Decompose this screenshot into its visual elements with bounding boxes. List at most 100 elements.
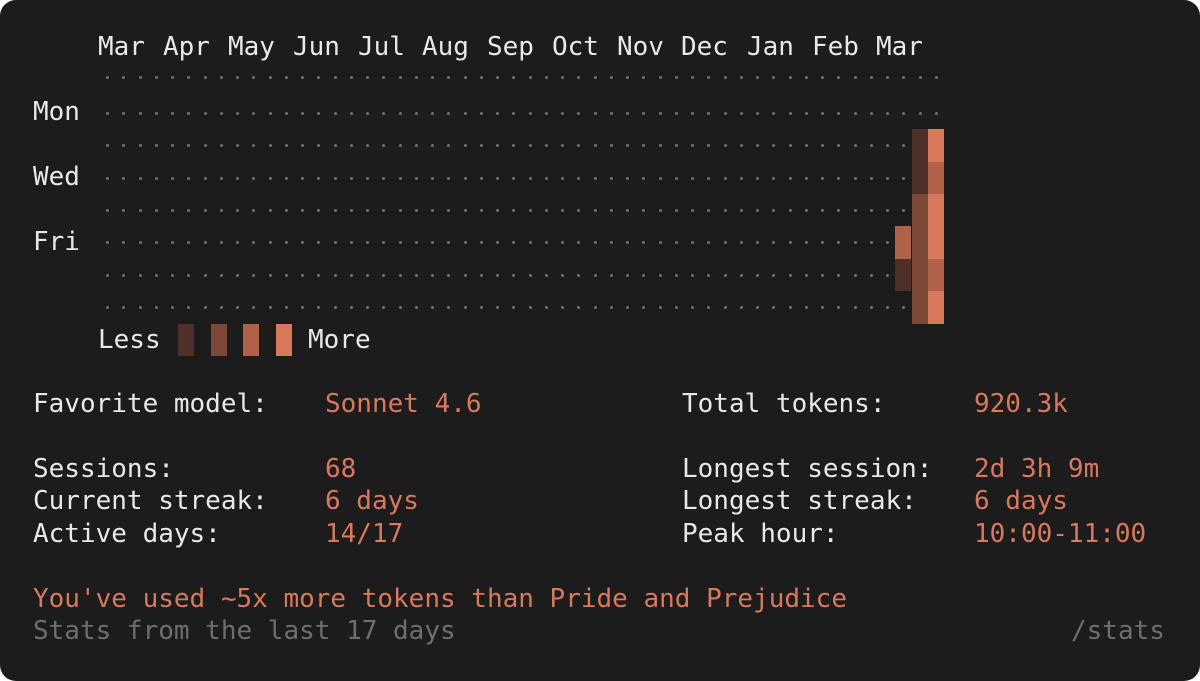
grid-dot — [691, 305, 694, 309]
grid-dot — [463, 241, 467, 245]
grid-dot — [479, 76, 483, 79]
grid-dot — [317, 112, 321, 115]
grid-dot — [349, 76, 353, 79]
stats-panel: Mar Apr May Jun Jul Aug Sep Oct Nov Dec Jan Feb Mar … — [0, 0, 1200, 681]
grid-dot — [268, 144, 272, 148]
grid-dot — [496, 112, 499, 115]
grid-dot — [609, 144, 613, 148]
grid-dot — [447, 144, 451, 148]
grid-dot — [252, 76, 256, 79]
grid-dot — [398, 305, 402, 309]
grid-dot — [561, 76, 564, 79]
grid-dot — [414, 208, 418, 212]
legend-less-label: Less — [98, 325, 161, 355]
grid-dot — [821, 241, 824, 245]
grid-dot — [284, 241, 288, 245]
grid-dot — [788, 144, 792, 148]
grid-dot — [333, 144, 337, 148]
day-label: Wed — [33, 162, 80, 192]
grid-dot — [528, 273, 532, 277]
grid-dot — [593, 144, 597, 148]
grid-dot — [349, 305, 353, 309]
month-label: Oct — [552, 32, 599, 62]
grid-dot — [837, 241, 841, 245]
legend-more-label: More — [308, 325, 371, 355]
grid-dot — [544, 76, 548, 79]
grid-dot — [382, 305, 386, 309]
month-label: May — [228, 32, 275, 62]
activity-cell — [927, 226, 944, 259]
grid-dot — [593, 112, 597, 115]
grid-dot — [869, 76, 873, 79]
grid-dot — [496, 305, 499, 309]
grid-dot — [203, 144, 207, 148]
activity-cell — [895, 226, 912, 259]
grid-dot — [853, 176, 857, 180]
grid-dot — [772, 112, 776, 115]
peak-hour-label: Peak hour: — [682, 519, 839, 549]
grid-dot — [626, 144, 629, 148]
grid-dot — [268, 176, 272, 180]
grid-dot — [528, 112, 532, 115]
grid-dot — [902, 176, 906, 180]
longest-session-label: Longest session: — [682, 454, 933, 484]
grid-dot — [138, 144, 142, 148]
grid-dot — [366, 208, 369, 212]
grid-dot — [902, 144, 906, 148]
active-days-value: 14/17 — [325, 519, 404, 549]
grid-dot — [171, 144, 174, 148]
grid-dot — [431, 144, 434, 148]
grid-dot — [577, 273, 581, 277]
grid-dot — [837, 273, 841, 277]
grid-dot — [707, 112, 711, 115]
grid-dot — [414, 176, 418, 180]
grid-dot — [658, 76, 662, 79]
grid-dot — [609, 208, 613, 212]
grid-dot — [918, 112, 922, 115]
grid-dot — [837, 76, 841, 79]
grid-dot — [349, 176, 353, 180]
grid-dot — [284, 176, 288, 180]
grid-dot — [284, 76, 288, 79]
grid-dot — [333, 76, 337, 79]
activity-cell — [911, 290, 928, 324]
longest-streak-value: 6 days — [974, 486, 1068, 516]
grid-dot — [252, 208, 256, 212]
grid-dot — [236, 208, 239, 212]
grid-dot — [479, 112, 483, 115]
grid-dot — [236, 176, 239, 180]
grid-dot — [398, 241, 402, 245]
grid-dot — [821, 305, 824, 309]
grid-dot — [479, 273, 483, 277]
grid-dot — [739, 208, 743, 212]
grid-dot — [788, 76, 792, 79]
grid-dot — [886, 273, 889, 277]
grid-dot — [756, 241, 759, 245]
grid-dot — [821, 176, 824, 180]
grid-dot — [561, 273, 564, 277]
grid-dot — [414, 76, 418, 79]
grid-dot — [772, 176, 776, 180]
grid-dot — [268, 241, 272, 245]
grid-dot — [463, 144, 467, 148]
sessions-label: Sessions: — [33, 454, 174, 484]
grid-dot — [187, 273, 191, 277]
grid-dot — [593, 241, 597, 245]
grid-dot — [626, 112, 629, 115]
grid-dot — [333, 273, 337, 277]
grid-dot — [674, 241, 678, 245]
grid-dot — [528, 76, 532, 79]
grid-dot — [853, 241, 857, 245]
grid-dot — [544, 273, 548, 277]
grid-dot — [203, 208, 207, 212]
grid-dot — [837, 176, 841, 180]
grid-dot — [496, 144, 499, 148]
grid-dot — [219, 76, 223, 79]
grid-dot — [804, 305, 808, 309]
grid-dot — [593, 208, 597, 212]
grid-dot — [447, 76, 451, 79]
grid-dot — [902, 76, 906, 79]
grid-dot — [658, 176, 662, 180]
grid-dot — [674, 76, 678, 79]
grid-dot — [106, 241, 109, 245]
